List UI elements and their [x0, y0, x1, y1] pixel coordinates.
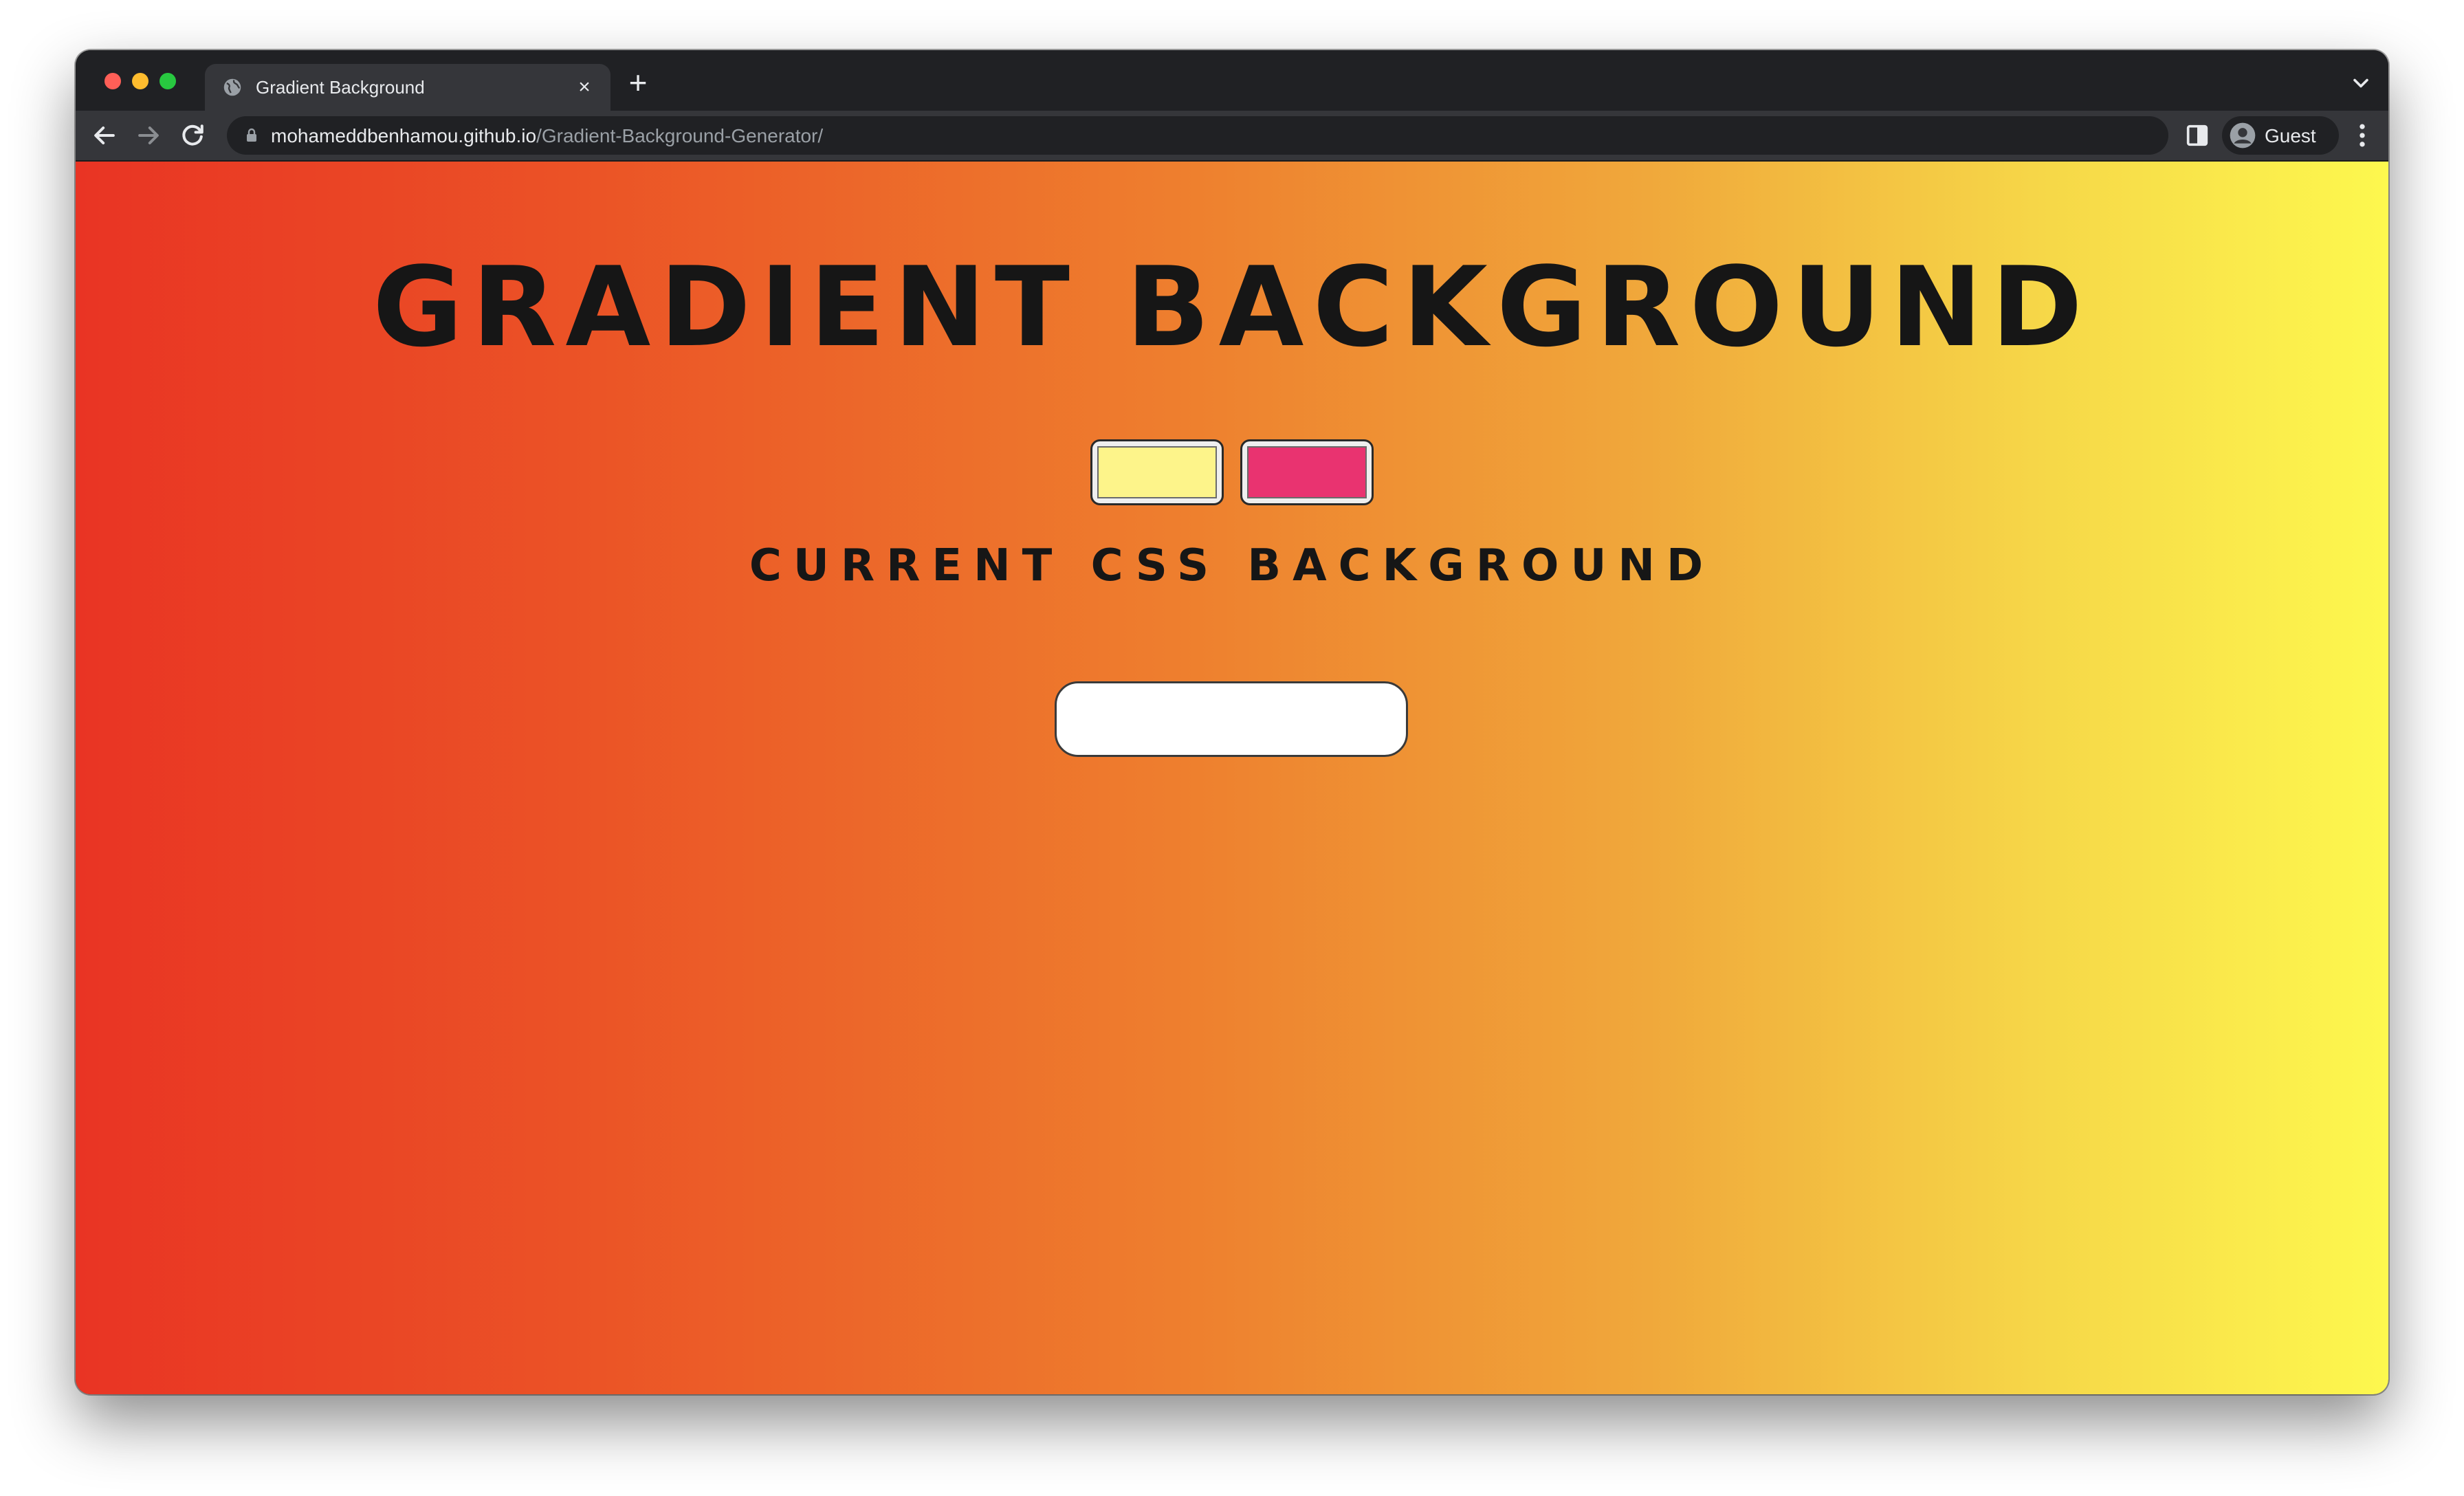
- lock-icon[interactable]: [243, 127, 260, 144]
- color-pickers: [76, 439, 2388, 505]
- browser-toolbar: mohameddbenhamou.github.io/Gradient-Back…: [76, 111, 2388, 162]
- color-swatch-1: [1097, 446, 1217, 498]
- arrow-left-icon: [94, 126, 115, 145]
- tab-gradient-background[interactable]: Gradient Background ×: [205, 64, 610, 111]
- color-input-1[interactable]: [1090, 439, 1224, 505]
- url-text: mohameddbenhamou.github.io/Gradient-Back…: [271, 125, 823, 147]
- browser-window: Gradient Background × + mohameddbenhamou…: [76, 50, 2388, 1394]
- globe-icon: [223, 78, 241, 96]
- minimize-window-button[interactable]: [132, 73, 148, 89]
- screen: Gradient Background × + mohameddbenhamou…: [0, 0, 2464, 1496]
- zoom-window-button[interactable]: [160, 73, 176, 89]
- css-output-box[interactable]: [1055, 681, 1408, 757]
- profile-button[interactable]: Guest: [2222, 116, 2339, 155]
- current-css-heading: CURRENT CSS BACKGROUND: [749, 540, 1715, 591]
- tab-title: Gradient Background: [256, 77, 425, 98]
- back-button[interactable]: [89, 120, 120, 151]
- reload-icon: [182, 124, 204, 146]
- address-bar[interactable]: mohameddbenhamou.github.io/Gradient-Back…: [227, 116, 2168, 155]
- plus-icon[interactable]: +: [623, 67, 653, 98]
- forward-button[interactable]: [133, 120, 164, 151]
- url-host: mohameddbenhamou.github.io: [271, 125, 537, 146]
- page-title: GRADIENT BACKGROUND: [372, 243, 2092, 371]
- side-panel-icon[interactable]: [2184, 122, 2211, 149]
- person-icon: [2230, 122, 2256, 148]
- page-viewport: GRADIENT BACKGROUND CURRENT CSS BACKGROU…: [76, 162, 2388, 1394]
- kebab-menu-icon[interactable]: [2347, 120, 2377, 151]
- profile-label: Guest: [2265, 125, 2316, 146]
- color-input-2[interactable]: [1240, 439, 1374, 505]
- url-path: /Gradient-Background-Generator/: [536, 125, 824, 146]
- close-icon[interactable]: ×: [571, 74, 598, 101]
- reload-button[interactable]: [177, 120, 208, 151]
- color-swatch-2: [1247, 446, 1367, 498]
- arrow-right-icon: [138, 126, 159, 145]
- close-window-button[interactable]: [104, 73, 121, 89]
- chevron-down-icon[interactable]: [2348, 71, 2373, 96]
- tab-strip: Gradient Background × +: [76, 50, 2388, 111]
